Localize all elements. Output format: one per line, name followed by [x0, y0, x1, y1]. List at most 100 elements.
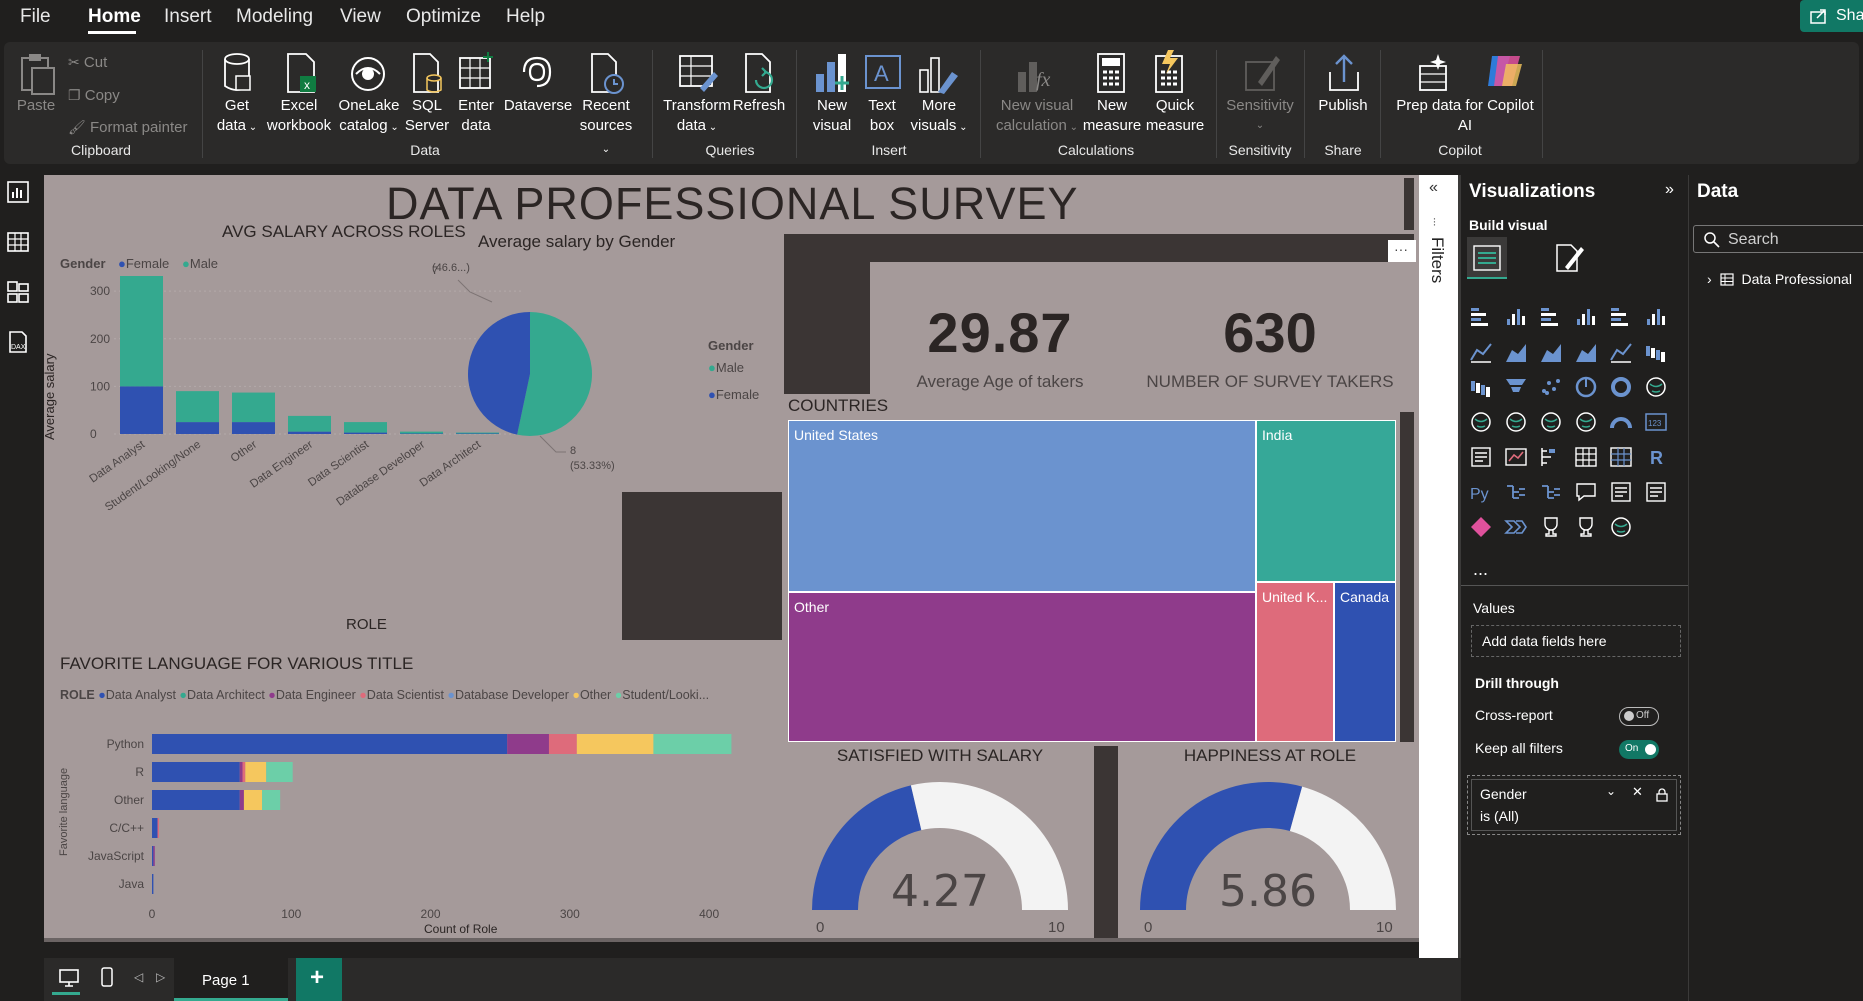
- map-visual-icon[interactable]: [1469, 410, 1495, 436]
- decomposition-tree-visual-icon[interactable]: [1539, 480, 1565, 506]
- multi-row-card-visual-icon[interactable]: [1469, 445, 1495, 471]
- 100-column-visual-icon[interactable]: [1644, 305, 1670, 331]
- key-influencers-visual-icon[interactable]: [1504, 480, 1530, 506]
- treemap-visual-icon[interactable]: [1644, 375, 1670, 401]
- stacked-bar-visual-icon[interactable]: [1469, 305, 1495, 331]
- text-box-button[interactable]: Text box: [860, 96, 904, 136]
- menu-home[interactable]: Home: [88, 6, 141, 28]
- lock-icon[interactable]: [1656, 788, 1668, 802]
- arcgis-visual-icon[interactable]: [1609, 515, 1635, 541]
- new-visual-calculation-button[interactable]: New visual calculation ⌄: [994, 96, 1080, 138]
- get-data-button[interactable]: Get data ⌄: [212, 96, 262, 138]
- gender-pie-chart[interactable]: 78(53.33%): [432, 265, 740, 472]
- refresh-button[interactable]: Refresh: [732, 96, 786, 116]
- clustered-column-visual-icon[interactable]: [1574, 305, 1600, 331]
- menu-view[interactable]: View: [340, 6, 381, 28]
- favorite-language-chart[interactable]: Python R Other C/C++ JavaScript Java 0 100 200 30…: [70, 720, 770, 925]
- format-visual-icon[interactable]: [1553, 241, 1585, 275]
- more-visuals-button[interactable]: More visuals ⌄: [910, 96, 968, 138]
- prep-data-copilot-button[interactable]: Prep data for Copilot AI: [1386, 96, 1544, 136]
- more-options-button[interactable]: ···: [1388, 240, 1416, 262]
- area-visual-icon[interactable]: [1504, 340, 1530, 366]
- scatter-visual-icon[interactable]: [1539, 375, 1565, 401]
- line-visual-icon[interactable]: [1469, 340, 1495, 366]
- recent-sources-button[interactable]: Recent sources ⌄: [576, 96, 636, 160]
- menu-help[interactable]: Help: [506, 6, 545, 28]
- format-painter-button[interactable]: 🖌 Format painter: [68, 117, 188, 138]
- model-view-icon[interactable]: [6, 280, 30, 304]
- azure-map-visual-icon[interactable]: [1574, 410, 1600, 436]
- ribbon-visual-icon[interactable]: [1644, 340, 1670, 366]
- slicer-visual-icon[interactable]: [1539, 445, 1565, 471]
- metrics-visual-icon[interactable]: [1574, 515, 1600, 541]
- paginated-visual-icon[interactable]: [1644, 480, 1670, 506]
- report-view-icon[interactable]: [6, 180, 30, 204]
- cut-button[interactable]: ✂ Cut: [68, 52, 107, 73]
- tab-page-1[interactable]: Page 1: [174, 958, 288, 1001]
- gender-filter-card[interactable]: Gender is (All) ⌄ ✕: [1471, 779, 1677, 831]
- treemap-cell-india[interactable]: India: [1256, 420, 1396, 582]
- quick-measure-button[interactable]: Quick measure: [1144, 96, 1206, 136]
- treemap-cell-united-states[interactable]: United States: [788, 420, 1256, 592]
- donut-visual-icon[interactable]: [1609, 375, 1635, 401]
- treemap-cell-other[interactable]: Other: [788, 592, 1256, 742]
- gauge-visual-icon[interactable]: [1609, 410, 1635, 436]
- filled-map-visual-icon[interactable]: [1504, 410, 1530, 436]
- countries-treemap[interactable]: United States India Other United K... Ca…: [788, 420, 1396, 742]
- qa-visual-icon[interactable]: [1574, 480, 1600, 506]
- mobile-layout-icon[interactable]: [100, 966, 114, 988]
- dax-query-view-icon[interactable]: DAX: [6, 330, 30, 354]
- kpi-visual-icon[interactable]: [1504, 445, 1530, 471]
- sql-server-button[interactable]: SQL Server: [404, 96, 450, 136]
- funnel-visual-icon[interactable]: [1504, 375, 1530, 401]
- table-visual-icon[interactable]: [1574, 445, 1600, 471]
- menu-modeling[interactable]: Modeling: [236, 6, 313, 28]
- new-measure-button[interactable]: New measure: [1082, 96, 1142, 136]
- more-visuals-ellipsis[interactable]: ...: [1473, 559, 1488, 580]
- line-column-visual-icon[interactable]: [1609, 340, 1635, 366]
- scorecard-visual-icon[interactable]: [1539, 515, 1565, 541]
- add-page-button[interactable]: +: [296, 958, 342, 1001]
- share-button[interactable]: Sha: [1800, 0, 1863, 32]
- matrix-visual-icon[interactable]: [1609, 445, 1635, 471]
- keep-all-filters-toggle[interactable]: On: [1619, 740, 1659, 759]
- onelake-catalog-button[interactable]: OneLake catalog ⌄: [336, 96, 402, 138]
- clustered-bar-visual-icon[interactable]: [1539, 305, 1565, 331]
- close-icon[interactable]: ✕: [1632, 784, 1643, 800]
- 100-area-visual-icon[interactable]: [1574, 340, 1600, 366]
- satisfied-gauge[interactable]: 4.27 0 10: [790, 770, 1090, 936]
- excel-workbook-button[interactable]: Excel workbook: [264, 96, 334, 136]
- smart-narrative-visual-icon[interactable]: [1609, 480, 1635, 506]
- new-visual-button[interactable]: New visual: [808, 96, 856, 136]
- python-visual-visual-icon[interactable]: Py: [1469, 480, 1495, 506]
- menu-insert[interactable]: Insert: [164, 6, 212, 28]
- chevron-down-icon[interactable]: ⌄: [1606, 784, 1616, 798]
- power-apps-visual-icon[interactable]: [1469, 515, 1495, 541]
- table-item-data-professional[interactable]: › Data Professional: [1707, 271, 1852, 287]
- transform-data-button[interactable]: Transform data ⌄: [662, 96, 732, 138]
- stacked-area-visual-icon[interactable]: [1539, 340, 1565, 366]
- chevron-right-icon[interactable]: »: [1665, 181, 1674, 199]
- search-input[interactable]: Search: [1693, 225, 1863, 253]
- card-visual-icon[interactable]: 123: [1644, 410, 1670, 436]
- copy-button[interactable]: ❐ Copy: [68, 85, 120, 106]
- more-visual-icon[interactable]: [1644, 515, 1670, 541]
- stacked-column-visual-icon[interactable]: [1504, 305, 1530, 331]
- sensitivity-button[interactable]: Sensitivity ⌄: [1222, 96, 1298, 136]
- 100-bar-visual-icon[interactable]: [1609, 305, 1635, 331]
- enter-data-button[interactable]: Enter data: [452, 96, 500, 136]
- r-visual-visual-icon[interactable]: R: [1644, 445, 1670, 471]
- publish-button[interactable]: Publish: [1312, 96, 1374, 116]
- treemap-cell-canada[interactable]: Canada: [1334, 582, 1396, 742]
- pie-visual-icon[interactable]: [1574, 375, 1600, 401]
- page-prev-icon[interactable]: ◁: [134, 970, 143, 984]
- dataverse-button[interactable]: Dataverse: [502, 96, 574, 116]
- build-visual-tab[interactable]: [1467, 237, 1507, 279]
- happiness-gauge[interactable]: 5.86 0 10: [1118, 770, 1418, 936]
- values-drop-zone[interactable]: Add data fields here: [1471, 625, 1681, 657]
- filters-pane-collapsed[interactable]: « ⫶ Filters: [1419, 175, 1459, 960]
- paste-button[interactable]: Paste: [16, 96, 56, 116]
- menu-optimize[interactable]: Optimize: [406, 6, 481, 28]
- chevron-left-icon[interactable]: «: [1429, 179, 1438, 197]
- power-automate-visual-icon[interactable]: [1504, 515, 1530, 541]
